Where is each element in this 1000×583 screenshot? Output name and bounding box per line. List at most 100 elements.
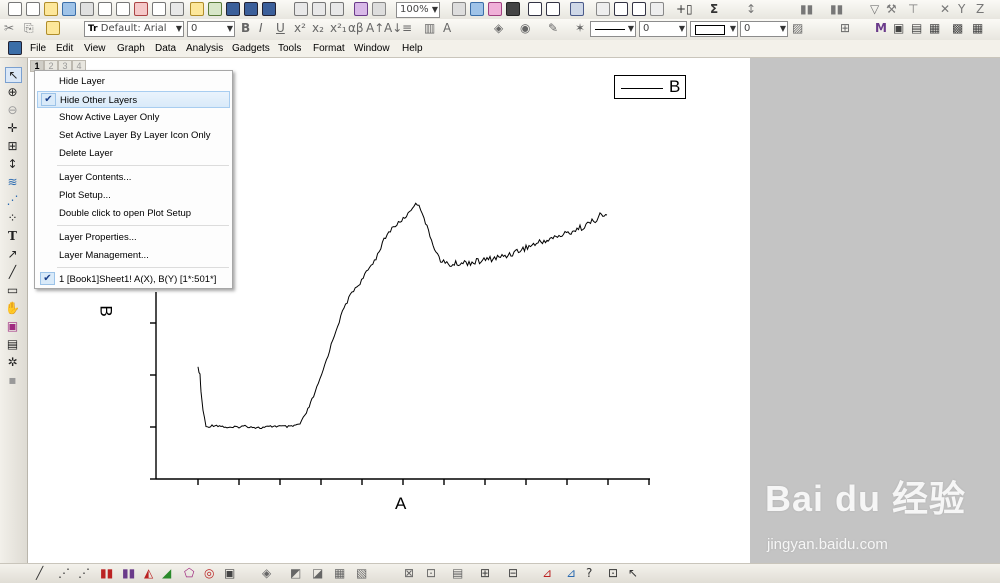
- paste-icon[interactable]: [46, 21, 60, 35]
- menu-item-show-active-layer-only[interactable]: Show Active Layer Only: [37, 109, 230, 126]
- menu-item-hide-other-layers[interactable]: ✔ Hide Other Layers: [37, 91, 230, 108]
- waterfall-icon[interactable]: ▧: [356, 565, 367, 581]
- decrease-font-icon[interactable]: A↓: [384, 20, 402, 36]
- new-graph-icon[interactable]: [98, 2, 112, 16]
- menu-file[interactable]: File: [30, 41, 46, 56]
- scatter-plot-icon[interactable]: ⋰: [58, 565, 70, 581]
- increase-font-icon[interactable]: A↑: [366, 20, 384, 36]
- data-selector-icon[interactable]: ⊞: [5, 139, 20, 153]
- save-window-icon[interactable]: [244, 2, 258, 16]
- reference-icon[interactable]: ▣: [893, 20, 904, 36]
- menu-view[interactable]: View: [84, 41, 106, 56]
- z-column-icon[interactable]: Z: [976, 1, 984, 17]
- new-layer-icon[interactable]: ⊿: [566, 565, 576, 581]
- fit-page-icon[interactable]: ⊡: [608, 565, 618, 581]
- menu-item-plot-setup[interactable]: Plot Setup...: [37, 187, 230, 204]
- stats-icon[interactable]: ▮▮: [830, 1, 843, 17]
- align-icon[interactable]: ≡: [402, 20, 412, 36]
- templates-icon[interactable]: ▣: [224, 565, 235, 581]
- layer-icon[interactable]: ⊞: [480, 565, 490, 581]
- border-width-select[interactable]: 0 ▼: [740, 21, 788, 37]
- menu-item-layer-contents[interactable]: Layer Contents...: [37, 169, 230, 186]
- messages-log-icon[interactable]: [632, 2, 646, 16]
- menu-item-layer-management[interactable]: Layer Management...: [37, 247, 230, 264]
- new-workbook-icon[interactable]: [26, 2, 40, 16]
- data-reader-icon[interactable]: ↕: [5, 157, 20, 171]
- sum-icon[interactable]: Σ: [710, 1, 718, 17]
- add-column-icon[interactable]: +▯: [676, 1, 693, 17]
- hand-icon[interactable]: ✋: [5, 301, 20, 315]
- x-axis-title[interactable]: A: [395, 494, 406, 514]
- y-axis-title[interactable]: B: [96, 305, 116, 316]
- graph-window-icon[interactable]: [8, 41, 22, 55]
- new-function-icon[interactable]: [116, 2, 130, 16]
- stacked-plot-icon[interactable]: ▮▮: [122, 565, 135, 581]
- menu-tools[interactable]: Tools: [278, 41, 301, 56]
- hatch-pattern-icon[interactable]: ▨: [792, 20, 803, 36]
- 3d-plot-icon[interactable]: ◈: [262, 565, 271, 581]
- insert-graph-icon[interactable]: ▣: [5, 319, 20, 333]
- symbol-icon[interactable]: ✶: [575, 20, 585, 36]
- menu-graph[interactable]: Graph: [117, 41, 145, 56]
- supersub-icon[interactable]: x²₁: [330, 20, 347, 36]
- help-icon[interactable]: ?: [586, 565, 592, 581]
- superscript-icon[interactable]: x²: [294, 20, 306, 36]
- insert-table-icon[interactable]: ▤: [5, 337, 20, 351]
- box-chart-icon[interactable]: ◎: [204, 565, 214, 581]
- rectangle-tool-icon[interactable]: ▭: [5, 283, 20, 297]
- export-graph-icon[interactable]: [470, 2, 484, 16]
- screen-reader-icon[interactable]: ✛: [5, 121, 20, 135]
- draw-data-icon[interactable]: ⋰: [5, 193, 20, 207]
- greek-icon[interactable]: αβ: [348, 20, 364, 36]
- copy-icon[interactable]: ⎘: [24, 20, 34, 36]
- open-template-icon[interactable]: [190, 2, 204, 16]
- mask-icon[interactable]: ⊤: [908, 1, 918, 17]
- add-layer-icon[interactable]: ⊿: [542, 565, 552, 581]
- grid-icon[interactable]: ⊞: [840, 20, 850, 36]
- text-tool-icon[interactable]: T: [5, 229, 20, 243]
- rescale-icon[interactable]: ⊠: [404, 565, 414, 581]
- import-multiple-icon[interactable]: [312, 2, 326, 16]
- new-layout-icon[interactable]: [134, 2, 148, 16]
- x-column-icon[interactable]: ✕: [940, 1, 950, 17]
- project-explorer-icon[interactable]: [570, 2, 584, 16]
- script-window-icon[interactable]: [528, 2, 542, 16]
- zoom-select[interactable]: 100% ▼: [396, 2, 440, 18]
- film-icon[interactable]: [506, 2, 520, 16]
- select-cursor-icon[interactable]: ↖: [628, 565, 638, 581]
- menu-help[interactable]: Help: [402, 41, 423, 56]
- import-wizard-icon[interactable]: [330, 2, 344, 16]
- menu-format[interactable]: Format: [313, 41, 345, 56]
- underline-icon[interactable]: U: [276, 20, 285, 36]
- contour-icon[interactable]: ◪: [312, 565, 323, 581]
- merge-icon[interactable]: M: [875, 20, 887, 36]
- regional-data-selector-icon[interactable]: ⁘: [5, 211, 20, 225]
- fill-area-icon[interactable]: ◢: [162, 565, 171, 581]
- code-builder-icon[interactable]: [596, 2, 610, 16]
- menu-item-plot-1[interactable]: ✔ 1 [Book1]Sheet1! A(X), B(Y) [1*:501*]: [37, 271, 230, 288]
- new-excel-icon[interactable]: [170, 2, 184, 16]
- image-plot-icon[interactable]: ▦: [334, 565, 345, 581]
- open-excel-icon[interactable]: [208, 2, 222, 16]
- pointer-icon[interactable]: ↖: [5, 67, 22, 83]
- rescale-x-icon[interactable]: ⊡: [426, 565, 436, 581]
- filter-icon[interactable]: ▽: [870, 1, 879, 17]
- wrap-icon[interactable]: ▩: [952, 20, 963, 36]
- mask-points-icon[interactable]: ≋: [5, 175, 20, 189]
- overflow-icon[interactable]: ▦: [972, 20, 983, 36]
- copy-page-icon[interactable]: [488, 2, 502, 16]
- legend-icon[interactable]: ▤: [452, 565, 463, 581]
- new-notes-icon[interactable]: [152, 2, 166, 16]
- column-plot-icon[interactable]: ▮▮: [100, 565, 113, 581]
- sort-icon[interactable]: ↕: [746, 1, 756, 17]
- save-template-icon[interactable]: [262, 2, 276, 16]
- results-log-icon[interactable]: [546, 2, 560, 16]
- y-column-icon[interactable]: Y: [958, 1, 965, 17]
- subscript-icon[interactable]: x₂: [312, 20, 324, 36]
- menu-item-layer-properties[interactable]: Layer Properties...: [37, 229, 230, 246]
- set-column-icon[interactable]: ⚒: [886, 1, 897, 17]
- save-project-icon[interactable]: [226, 2, 240, 16]
- bold-icon[interactable]: B: [241, 20, 250, 36]
- menu-item-double-click-plot-setup[interactable]: Double click to open Plot Setup: [37, 205, 230, 222]
- open-folder-icon[interactable]: [44, 2, 58, 16]
